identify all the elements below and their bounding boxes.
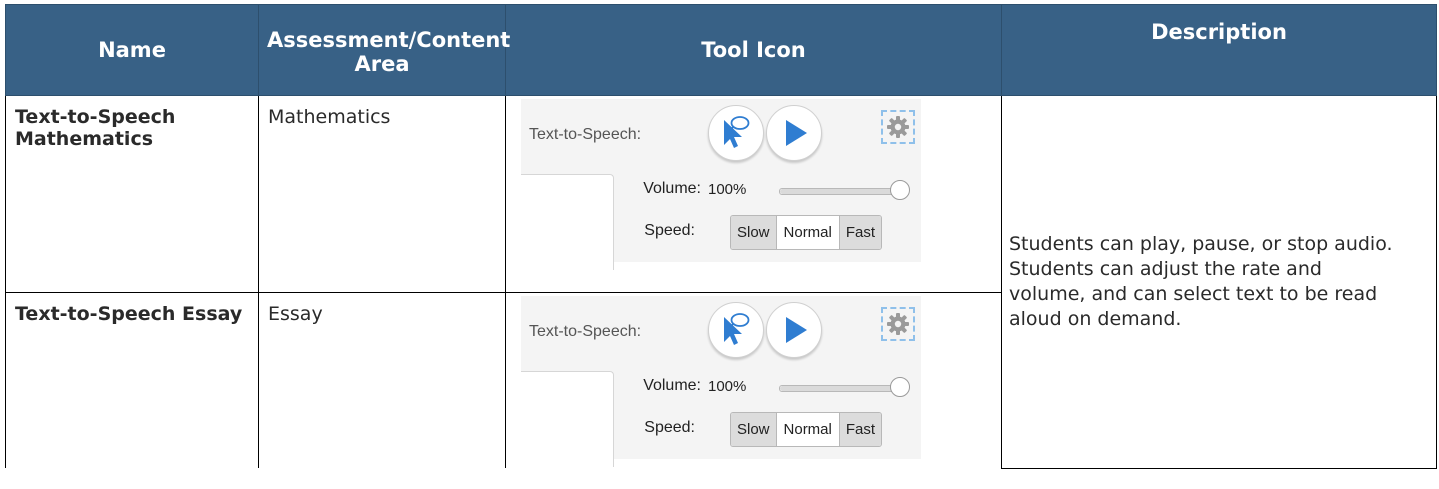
pointer-speech-bubble-icon — [724, 313, 750, 345]
speed-toggle-group: Slow Normal Fast — [730, 412, 883, 447]
panel-notch — [521, 174, 614, 270]
header-area: Assessment/Content Area — [258, 4, 510, 96]
volume-slider-fill — [780, 386, 898, 391]
volume-slider-knob[interactable] — [890, 180, 910, 200]
tool-area: Mathematics — [258, 95, 506, 293]
tts-widget: Text-to-Speech: Volume: 100% Speed: Slow… — [521, 99, 921, 270]
volume-slider-track[interactable] — [779, 385, 899, 392]
tools-table: Name Assessment/Content Area Tool Icon D… — [5, 4, 1437, 469]
play-icon — [786, 120, 807, 146]
speed-normal-button[interactable]: Normal — [775, 216, 839, 249]
speed-label: Speed: — [644, 419, 695, 436]
pointer-speech-bubble-icon — [724, 116, 750, 148]
settings-button[interactable] — [881, 307, 915, 341]
volume-label: Volume: — [643, 180, 701, 197]
speed-slow-button[interactable]: Slow — [731, 216, 776, 249]
table-row: Text-to-Speech Mathematics Mathematics T… — [5, 95, 1437, 469]
tool-description: Students can play, pause, or stop audio.… — [1001, 95, 1437, 469]
play-icon — [786, 317, 807, 343]
tool-area: Essay — [258, 292, 506, 468]
speed-toggle-group: Slow Normal Fast — [730, 215, 883, 250]
gear-icon — [887, 116, 909, 138]
volume-slider-fill — [780, 189, 898, 194]
volume-label: Volume: — [643, 377, 701, 394]
header-description: Description — [1001, 4, 1437, 96]
play-button[interactable] — [766, 105, 822, 161]
tool-name: Text-to-Speech Mathematics — [5, 95, 259, 293]
tts-label: Text-to-Speech: — [529, 323, 642, 340]
settings-button[interactable] — [881, 110, 915, 144]
gear-icon — [887, 313, 909, 335]
tool-icon-cell: Text-to-Speech: Volume: 100% Speed: Slow… — [505, 95, 1002, 293]
select-text-button[interactable] — [708, 302, 764, 358]
volume-slider-track[interactable] — [779, 188, 899, 195]
play-button[interactable] — [766, 302, 822, 358]
header-name: Name — [5, 4, 259, 96]
speed-fast-button[interactable]: Fast — [838, 413, 882, 446]
speed-label: Speed: — [644, 222, 695, 239]
panel-notch — [521, 371, 614, 467]
volume-slider-knob[interactable] — [890, 377, 910, 397]
speed-normal-button[interactable]: Normal — [775, 413, 839, 446]
volume-value: 100% — [708, 378, 747, 395]
volume-value: 100% — [708, 181, 747, 198]
tts-widget: Text-to-Speech: Volume: 100% Speed: Slow… — [521, 296, 921, 467]
speed-fast-button[interactable]: Fast — [838, 216, 882, 249]
tool-icon-cell: Text-to-Speech: Volume: 100% Speed: Slow… — [505, 292, 1002, 468]
tts-label: Text-to-Speech: — [529, 126, 642, 143]
header-tool-icon: Tool Icon — [505, 4, 1002, 96]
speed-slow-button[interactable]: Slow — [731, 413, 776, 446]
select-text-button[interactable] — [708, 105, 764, 161]
tool-name: Text-to-Speech Essay — [5, 292, 259, 468]
header-row: Name Assessment/Content Area Tool Icon D… — [5, 4, 1437, 96]
